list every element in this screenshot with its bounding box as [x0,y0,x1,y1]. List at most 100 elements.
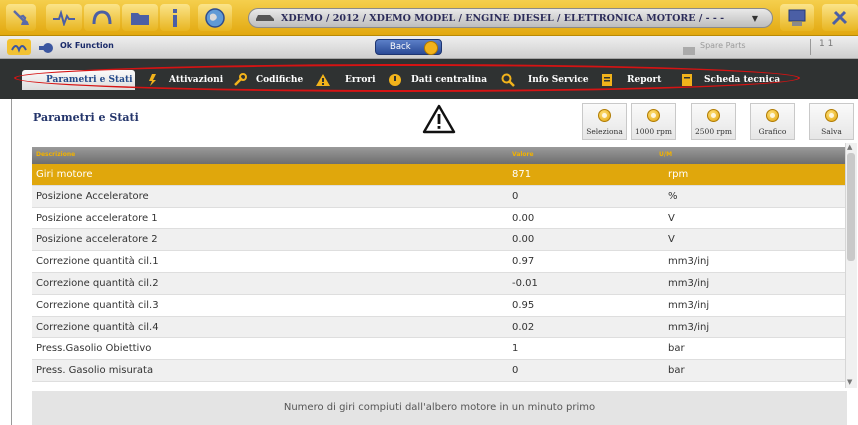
row-unit: V [668,234,675,246]
scroll-up-icon[interactable]: ▲ [847,143,852,151]
hands-icon[interactable] [6,38,32,60]
save-button[interactable]: Salva [809,103,854,140]
row-value: 1 [512,343,519,355]
tab-attivazioni[interactable]: Attivazioni [143,70,223,90]
row-unit: rpm [668,169,689,180]
column-header-unit[interactable]: U/M [659,151,672,158]
rpm-1000-button[interactable]: 1000 rpm [631,103,676,140]
tab-codifiche[interactable]: Codifiche [230,70,310,90]
table-header: Descrizione Valore U/M [32,147,847,164]
table-row[interactable]: Posizione Acceleratore 0 % [32,185,847,208]
table-scrollbar[interactable]: ▲ ▼ [845,143,857,388]
gauge-icon [647,109,660,122]
row-unit: bar [668,343,685,355]
row-value: 0.97 [512,256,535,268]
row-value: 0.00 [512,234,535,246]
table-row[interactable]: Correzione quantità cil.2 -0.01 mm3/inj [32,272,847,295]
tab-label: Attivazioni [169,75,224,85]
chart-button[interactable]: Grafico [750,103,795,140]
tab-bar: Parametri e Stati Attivazioni Codifiche … [0,59,858,99]
tab-label: Parametri e Stati [46,75,133,85]
row-description: Posizione acceleratore 2 [36,234,158,246]
row-unit: mm3/inj [668,299,710,311]
rpm-2500-label: 2500 rpm [695,127,732,136]
save-button-label: Salva [821,127,842,136]
row-unit: mm3/inj [668,277,710,289]
scroll-thumb[interactable] [847,153,855,261]
table-row[interactable]: Press. Gasolio misurata 0 bar [32,360,847,382]
back-arrow-icon [424,41,438,55]
row-description: Correzione quantità cil.1 [36,256,159,268]
page-indicator-text: 1 1 [819,39,834,49]
spare-parts-icon [682,41,696,60]
main-toolbar: XDEMO / 2012 / XDEMO MODEL / ENGINE DIES… [0,0,858,36]
warning-icon [422,104,456,138]
parameters-panel: Parametri e Stati Seleziona 1000 rpm 250… [11,99,858,425]
parameters-icon [24,70,44,90]
left-edge [0,99,11,425]
scroll-down-icon[interactable]: ▼ [847,378,852,386]
row-unit: mm3/inj [668,321,710,333]
ok-function-icon[interactable] [38,40,56,59]
row-description: Posizione Acceleratore [36,190,149,202]
activation-icon [143,70,163,90]
column-header-value[interactable]: Valore [512,151,534,158]
tab-dati-centralina[interactable]: Dati centralina [385,70,493,90]
datasheet-icon [677,70,697,90]
car-wrench-icon[interactable] [6,4,36,31]
table-row[interactable]: Posizione acceleratore 2 0.00 V [32,229,847,252]
computer-icon[interactable] [780,4,814,31]
row-unit: V [668,212,675,224]
table-row[interactable]: Posizione acceleratore 1 0.00 V [32,207,847,230]
row-unit: bar [668,365,685,377]
folder-icon[interactable] [122,4,158,31]
tab-info-service[interactable]: Info Service [498,70,592,90]
row-value: -0.01 [512,277,538,289]
select-button[interactable]: Seleziona [582,103,627,140]
row-description: Correzione quantità cil.2 [36,277,159,289]
rpm-2500-button[interactable]: 2500 rpm [691,103,736,140]
tab-label: Errori [345,75,376,85]
tab-parametri-e-stati[interactable]: Parametri e Stati [22,70,135,90]
tab-scheda-tecnica[interactable]: Scheda tecnica [677,70,783,90]
table-row[interactable]: Correzione quantità cil.4 0.02 mm3/inj [32,316,847,339]
page-indicator: 1 1 [810,39,858,55]
select-icon [598,109,611,122]
tools-icon[interactable] [822,4,858,31]
spare-parts-label[interactable]: Spare Parts [700,41,746,50]
chart-icon [766,109,779,122]
ecu-icon [385,70,405,90]
row-description: Correzione quantità cil.4 [36,321,159,333]
tab-label: Dati centralina [411,75,488,85]
table-row[interactable]: Press.Gasolio Obiettivo 1 bar [32,338,847,361]
secondary-toolbar: Ok Function Back Spare Parts 1 1 [0,36,858,59]
globe-icon[interactable] [198,4,232,31]
report-icon [597,70,617,90]
parameters-table: Descrizione Valore U/M Giri motore 871 r… [32,147,847,382]
horseshoe-icon[interactable] [84,4,120,31]
tab-label: Scheda tecnica [704,75,781,85]
column-header-description[interactable]: Descrizione [36,151,75,158]
parameter-description: Numero di giri compiuti dall'albero moto… [32,391,847,425]
breadcrumb-path: XDEMO / 2012 / XDEMO MODEL / ENGINE DIES… [281,12,725,24]
breadcrumb[interactable]: XDEMO / 2012 / XDEMO MODEL / ENGINE DIES… [248,8,773,28]
row-description: Press. Gasolio misurata [36,365,154,377]
select-button-label: Seleziona [586,127,623,136]
table-row[interactable]: Giri motore 871 rpm [32,164,847,186]
car-icon [255,12,275,25]
save-icon [825,109,838,122]
row-description: Giri motore [36,169,93,180]
back-button[interactable]: Back [375,39,442,55]
page-title: Parametri e Stati [33,111,139,124]
table-row[interactable]: Correzione quantità cil.3 0.95 mm3/inj [32,294,847,317]
row-description: Posizione acceleratore 1 [36,212,158,224]
gauge-icon [707,109,720,122]
info-icon[interactable] [160,4,190,31]
table-row[interactable]: Correzione quantità cil.1 0.97 mm3/inj [32,251,847,273]
tab-label: Codifiche [256,75,304,85]
chevron-down-icon[interactable]: ▼ [748,13,762,23]
tab-report[interactable]: Report [597,70,661,90]
tab-errori[interactable]: Errori [313,70,381,90]
pulse-icon[interactable] [46,4,82,31]
ok-function-label[interactable]: Ok Function [60,41,114,50]
